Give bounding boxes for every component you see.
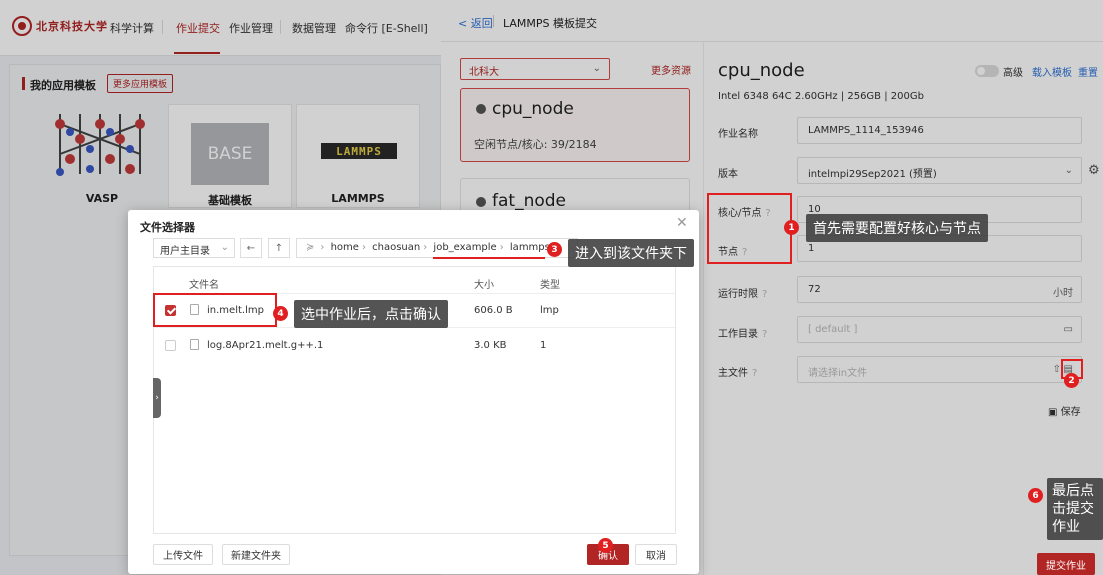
annotation-tip-4: 选中作业后，点击确认	[294, 300, 448, 328]
upload-file-button[interactable]: 上传文件	[153, 544, 213, 565]
annotation-box-cores-nodes	[707, 193, 792, 264]
step-badge-2: 2	[1064, 373, 1079, 388]
cancel-button[interactable]: 取消	[635, 544, 677, 565]
step-badge-1: 1	[784, 220, 799, 235]
root-dir-value: 用户主目录	[160, 246, 210, 257]
annotation-tip-3: 进入到该文件夹下	[568, 239, 694, 267]
file-size: 606.0 B	[474, 305, 513, 316]
file-name[interactable]: log.8Apr21.melt.g++.1	[207, 340, 323, 351]
path-breadcrumb: ≽ › home › chaosuan › job_example › lammps	[296, 238, 578, 258]
step-badge-5: 5	[598, 538, 613, 553]
back-arrow-icon[interactable]: ←	[240, 238, 262, 258]
up-arrow-icon[interactable]: ↑	[268, 238, 290, 258]
col-header-type: 类型	[540, 280, 560, 291]
collapse-path-icon[interactable]: ≽	[306, 242, 314, 253]
chevron-down-icon: ⌄	[220, 242, 229, 253]
close-icon[interactable]: ✕	[676, 215, 688, 231]
path-lammps[interactable]: lammps	[510, 242, 550, 253]
annotation-tip-1: 首先需要配置好核心与节点	[806, 214, 988, 242]
annotation-underline-path	[433, 257, 545, 259]
root-dir-select[interactable]: 用户主目录 ⌄	[153, 238, 235, 258]
step-badge-3: 3	[547, 242, 562, 257]
step-badge-6: 6	[1028, 488, 1043, 503]
new-folder-button[interactable]: 新建文件夹	[222, 544, 290, 565]
step-badge-4: 4	[273, 306, 288, 321]
file-checkbox[interactable]	[165, 340, 176, 351]
dialog-title: 文件选择器	[140, 221, 195, 234]
file-type: 1	[540, 340, 547, 351]
file-size: 3.0 KB	[474, 340, 507, 351]
side-collapse-handle[interactable]: ›	[153, 378, 161, 418]
file-type: lmp	[540, 305, 559, 316]
annotation-box-selected-file	[153, 293, 277, 327]
path-job-example[interactable]: job_example	[433, 242, 496, 253]
col-header-name: 文件名	[189, 280, 219, 291]
file-icon	[190, 339, 199, 350]
annotation-tip-6: 最后点击提交作业	[1047, 478, 1103, 540]
path-home[interactable]: home	[331, 242, 359, 253]
col-header-size: 大小	[474, 280, 494, 291]
submit-job-button[interactable]: 提交作业	[1037, 553, 1095, 575]
path-chaosuan[interactable]: chaosuan	[372, 242, 420, 253]
